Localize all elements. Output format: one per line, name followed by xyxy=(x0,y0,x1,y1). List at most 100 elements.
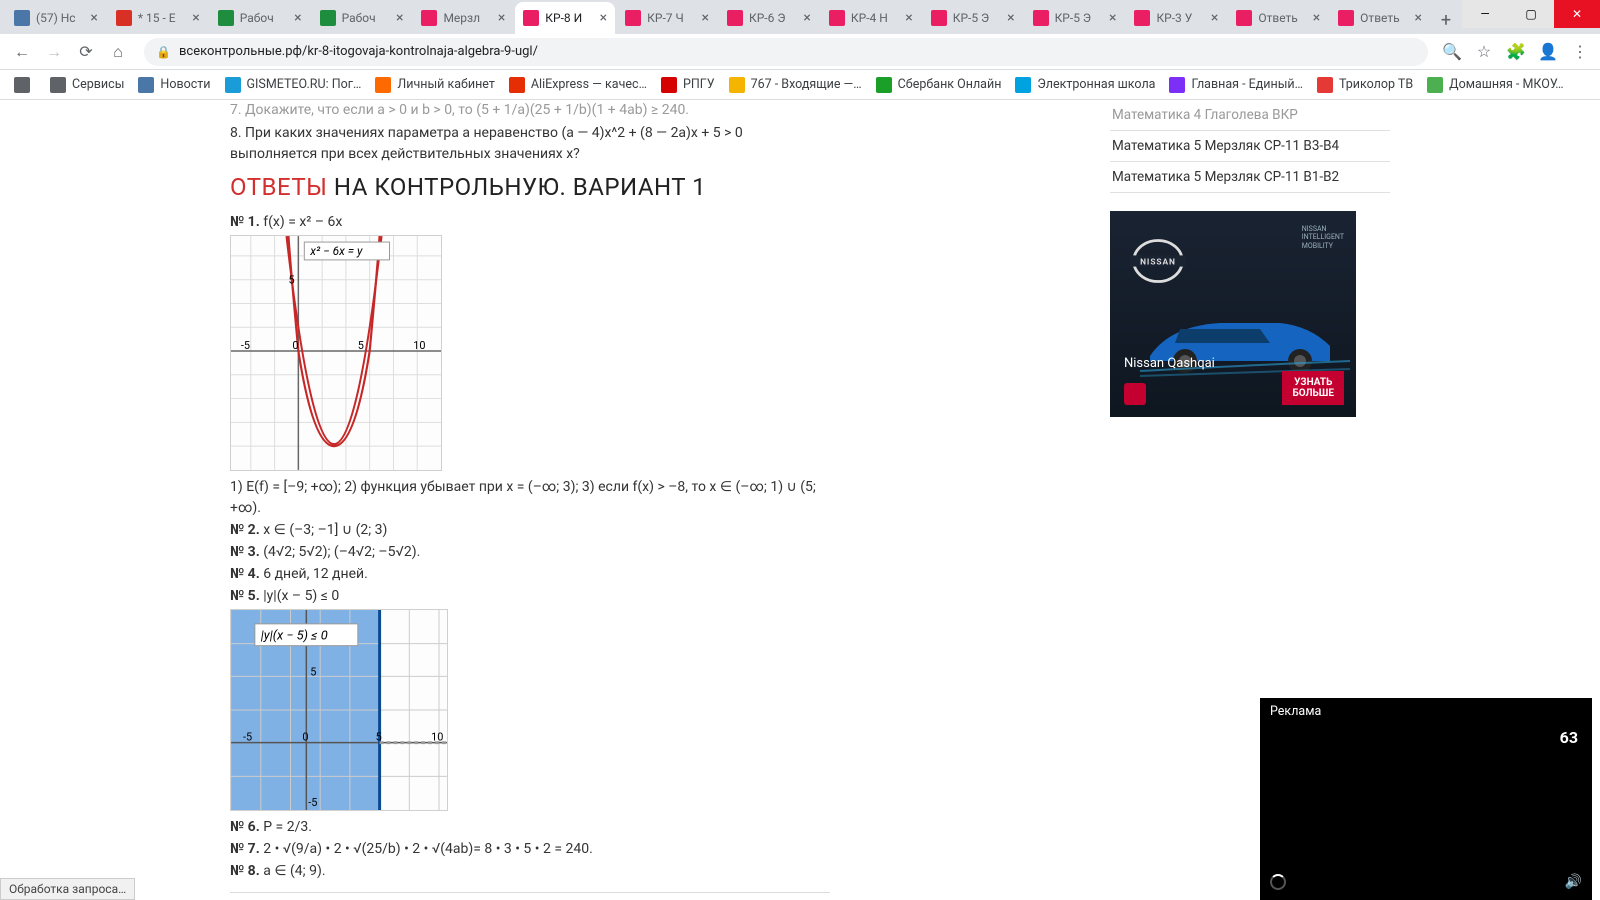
browser-tab-0[interactable]: (57) Нс× xyxy=(6,2,106,34)
bookmark-favicon-icon xyxy=(509,77,525,93)
tab-close-icon[interactable]: × xyxy=(1109,10,1116,26)
browser-tab-6[interactable]: КР-7 Ч× xyxy=(617,2,717,34)
bookmark-item-5[interactable]: РПГУ xyxy=(655,73,721,97)
loading-spinner-icon xyxy=(1270,874,1286,890)
nav-home-button[interactable]: ⌂ xyxy=(104,38,132,66)
tab-close-icon[interactable]: × xyxy=(905,10,912,26)
tab-favicon-icon xyxy=(421,10,437,26)
address-bar[interactable]: 🔒 всеконтрольные.рф/kr-8-itogovaja-kontr… xyxy=(144,38,1428,66)
browser-tab-7[interactable]: КР-6 Э× xyxy=(719,2,819,34)
nav-reload-button[interactable]: ⟳ xyxy=(72,38,100,66)
tab-close-icon[interactable]: × xyxy=(1007,10,1014,26)
svg-text:-5: -5 xyxy=(243,731,252,744)
sidebar-ad[interactable]: NISSAN NISSAN INTELLIGENT MOBILITY Nissa… xyxy=(1110,211,1356,417)
url-text: всеконтрольные.рф/kr-8-itogovaja-kontrol… xyxy=(179,44,538,59)
tab-title: Мерзл xyxy=(443,11,493,25)
window-minimize-button[interactable]: — xyxy=(1462,0,1508,28)
ad-tagline: NISSAN INTELLIGENT MOBILITY xyxy=(1302,225,1344,250)
bookmark-favicon-icon xyxy=(1169,77,1185,93)
bookmark-item-10[interactable]: Триколор ТВ xyxy=(1311,73,1419,97)
bookmarks-apps[interactable] xyxy=(8,73,42,97)
browser-tab-8[interactable]: КР-4 Н× xyxy=(821,2,921,34)
bookmark-item-4[interactable]: AliExpress — качес… xyxy=(503,73,653,97)
browser-tab-3[interactable]: Рабоч× xyxy=(312,2,412,34)
bookmark-label: Главная - Единый… xyxy=(1191,77,1303,92)
bookmark-label: 767 - Входящие —… xyxy=(751,77,862,92)
tab-close-icon[interactable]: × xyxy=(396,10,403,26)
browser-tab-4[interactable]: Мерзл × xyxy=(413,2,513,34)
video-ad-label: Реклама xyxy=(1270,704,1321,719)
browser-tab-11[interactable]: КР-3 У× xyxy=(1126,2,1226,34)
browser-tab-1[interactable]: * 15 - Е× xyxy=(108,2,208,34)
browser-tab-9[interactable]: КР-5 Э× xyxy=(923,2,1023,34)
tab-close-icon[interactable]: × xyxy=(1415,10,1422,26)
tab-close-icon[interactable]: × xyxy=(803,10,810,26)
video-countdown: 63 xyxy=(1560,728,1578,747)
sidebar-link-0[interactable]: Математика 4 Глаголева ВКР xyxy=(1110,100,1390,131)
svg-text:-5: -5 xyxy=(308,796,317,809)
tab-close-icon[interactable]: × xyxy=(192,10,199,26)
bookmark-item-7[interactable]: Сбербанк Онлайн xyxy=(870,73,1008,97)
tab-title: Ответь xyxy=(1258,11,1308,25)
tab-title: Ответь xyxy=(1360,11,1410,25)
answer-1-details: 1) E(f) = [–9; +∞); 2) функция убывает п… xyxy=(230,477,830,519)
bookmark-label: Новости xyxy=(160,77,210,92)
bookmark-item-2[interactable]: GISMETEO.RU: Пог… xyxy=(219,73,368,97)
browser-tab-12[interactable]: Ответь × xyxy=(1228,2,1328,34)
video-ad-overlay[interactable]: Реклама 63 🔊 xyxy=(1260,698,1592,900)
window-close-button[interactable]: ✕ xyxy=(1554,0,1600,28)
svg-text:5: 5 xyxy=(288,274,294,287)
bookmark-item-9[interactable]: Главная - Единый… xyxy=(1163,73,1309,97)
bookmark-star-icon[interactable]: ☆ xyxy=(1472,40,1496,64)
tab-close-icon[interactable]: × xyxy=(600,10,607,26)
tab-close-icon[interactable]: × xyxy=(1211,10,1218,26)
ad-title: Nissan Qashqai xyxy=(1124,356,1215,371)
tab-close-icon[interactable]: × xyxy=(294,10,301,26)
bookmark-favicon-icon xyxy=(661,77,677,93)
bookmark-item-0[interactable]: Сервисы xyxy=(44,73,130,97)
bookmark-item-11[interactable]: Домашняя - МКОУ… xyxy=(1421,73,1569,97)
browser-tab-2[interactable]: Рабоч× xyxy=(210,2,310,34)
bookmark-item-6[interactable]: 767 - Входящие —… xyxy=(723,73,868,97)
tab-favicon-icon xyxy=(1236,10,1252,26)
answer-4-line: № 4. 6 дней, 12 дней. xyxy=(230,564,830,585)
svg-text:-5: -5 xyxy=(241,339,250,352)
bookmark-favicon-icon xyxy=(729,77,745,93)
bookmark-label: Личный кабинет xyxy=(397,77,494,92)
window-maximize-button[interactable]: ▢ xyxy=(1508,0,1554,28)
nav-back-button[interactable]: ← xyxy=(8,38,36,66)
bookmark-favicon-icon xyxy=(1427,77,1443,93)
svg-text:NISSAN: NISSAN xyxy=(1140,258,1176,268)
nissan-logo-icon: NISSAN xyxy=(1130,237,1186,285)
svg-text:x² − 6x = y: x² − 6x = y xyxy=(309,244,363,258)
bookmark-item-3[interactable]: Личный кабинет xyxy=(369,73,500,97)
problem-8-text: 8. При каких значениях параметра a нерав… xyxy=(230,123,830,165)
bookmark-item-8[interactable]: Электронная школа xyxy=(1009,73,1161,97)
extensions-icon[interactable]: 🧩 xyxy=(1504,40,1528,64)
sidebar-link-2[interactable]: Математика 5 Мерзляк СР-11 В1-В2 xyxy=(1110,162,1390,193)
tab-close-icon[interactable]: × xyxy=(498,10,505,26)
svg-text:5: 5 xyxy=(310,665,316,678)
browser-tab-13[interactable]: Ответь × xyxy=(1330,2,1430,34)
tab-close-icon[interactable]: × xyxy=(90,10,97,26)
new-tab-button[interactable]: + xyxy=(1432,6,1460,34)
tab-close-icon[interactable]: × xyxy=(1313,10,1320,26)
answer-1-line: № 1. f(x) = x² – 6x xyxy=(230,212,830,233)
kebab-menu-icon[interactable]: ⋮ xyxy=(1568,40,1592,64)
search-in-page-icon[interactable]: 🔍 xyxy=(1440,40,1464,64)
tab-favicon-icon xyxy=(931,10,947,26)
answers-heading: ОТВЕТЫ НА КОНТРОЛЬНУЮ. ВАРИАНТ 1 xyxy=(230,173,830,202)
tab-close-icon[interactable]: × xyxy=(702,10,709,26)
heading-rest: НА КОНТРОЛЬНУЮ. ВАРИАНТ 1 xyxy=(327,173,706,201)
volume-icon[interactable]: 🔊 xyxy=(1565,874,1582,890)
answer-3-line: № 3. (4√2; 5√2); (–4√2; –5√2). xyxy=(230,542,830,563)
bookmark-item-1[interactable]: Новости xyxy=(132,73,216,97)
ad-cta-button[interactable]: УЗНАТЬБОЛЬШЕ xyxy=(1282,371,1344,405)
profile-avatar-icon[interactable]: 👤 xyxy=(1536,40,1560,64)
browser-tab-5[interactable]: КР-8 И× xyxy=(515,2,615,34)
svg-text:|y|(x − 5) ≤ 0: |y|(x − 5) ≤ 0 xyxy=(261,629,328,644)
nav-forward-button[interactable]: → xyxy=(40,38,68,66)
tab-favicon-icon xyxy=(1134,10,1150,26)
browser-tab-10[interactable]: КР-5 Э× xyxy=(1025,2,1125,34)
sidebar-link-1[interactable]: Математика 5 Мерзляк СР-11 В3-В4 xyxy=(1110,131,1390,162)
